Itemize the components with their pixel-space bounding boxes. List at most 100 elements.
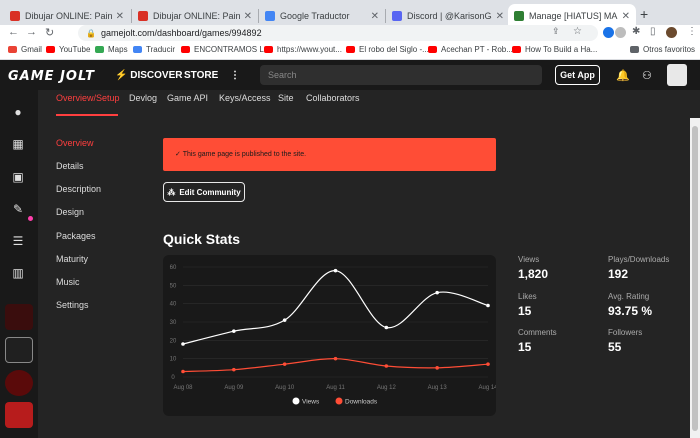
- tab-site[interactable]: Site: [278, 93, 294, 103]
- sidebar-item-settings[interactable]: Settings: [56, 300, 89, 310]
- data-point-views: [181, 342, 185, 346]
- sidebar-item-description[interactable]: Description: [56, 184, 101, 194]
- search-input[interactable]: Search: [260, 65, 542, 85]
- tab-title: Google Traductor: [280, 11, 350, 21]
- bookmark-item[interactable]: Gmail: [8, 45, 42, 54]
- bookmark-item[interactable]: How To Build a Ha...: [512, 45, 597, 54]
- bookmark-item[interactable]: Maps: [95, 45, 128, 54]
- youtube-icon: [346, 46, 355, 53]
- community-thumbnail[interactable]: [5, 402, 33, 428]
- more-menu-button[interactable]: ⋮: [230, 70, 240, 81]
- extension-icon[interactable]: [615, 27, 626, 38]
- tab-title: Dibujar ONLINE: Paint - Crea: [153, 11, 240, 21]
- data-point-views: [282, 318, 287, 322]
- notification-dot: [28, 216, 33, 221]
- legend-label-downloads: Downloads: [345, 399, 378, 406]
- x-tick-label: Aug 09: [224, 385, 244, 391]
- stat-label-likes: Likes: [518, 292, 537, 301]
- data-point-downloads: [282, 362, 287, 366]
- new-tab-button[interactable]: +: [640, 6, 648, 22]
- discover-link[interactable]: ⚡ DISCOVER: [115, 70, 182, 81]
- sidebar-toggle-icon[interactable]: ▯: [650, 26, 656, 37]
- chrome-menu-icon[interactable]: ⋮: [687, 26, 697, 37]
- stat-value-likes: 15: [518, 304, 532, 318]
- sidebar-item-maturity[interactable]: Maturity: [56, 254, 88, 264]
- x-tick-label: Aug 11: [326, 385, 345, 391]
- tab-overview-setup[interactable]: Overview/Setup: [56, 93, 120, 103]
- store-link[interactable]: STORE: [184, 70, 218, 81]
- address-bar[interactable]: 🔒 gamejolt.com/dashboard/games/994892: [78, 25, 598, 41]
- gamejolt-logo[interactable]: GAME JOLT: [8, 69, 95, 84]
- notifications-bell-icon[interactable]: 🔔: [616, 69, 630, 82]
- bookmark-item[interactable]: El robo del Siglo -...: [346, 45, 429, 54]
- share-icon[interactable]: ⇪: [552, 26, 560, 37]
- bookmark-item[interactable]: Acechan PT - Rob...: [428, 45, 513, 54]
- translate-icon: [133, 46, 142, 53]
- get-app-button[interactable]: Get App: [555, 65, 600, 85]
- bookmark-item[interactable]: https://www.yout...: [264, 45, 342, 54]
- x-tick-label: Aug 14: [478, 385, 496, 391]
- sidebar-item-packages[interactable]: Packages: [56, 231, 96, 241]
- extension-icon[interactable]: [603, 27, 614, 38]
- tab-title: Dibujar ONLINE: Paint - Crea: [25, 11, 112, 21]
- reload-icon[interactable]: ↻: [45, 26, 54, 39]
- close-icon[interactable]: ✕: [116, 11, 124, 22]
- scrollbar-thumb[interactable]: [692, 126, 698, 431]
- bookmark-item[interactable]: ENCONTRAMOS L...: [181, 45, 270, 54]
- x-tick-label: Aug 10: [275, 385, 295, 391]
- close-icon[interactable]: ✕: [622, 11, 630, 22]
- youtube-icon: [264, 46, 273, 53]
- close-icon[interactable]: ✕: [496, 11, 504, 22]
- data-point-downloads: [333, 356, 338, 361]
- bookmark-star-icon[interactable]: ☆: [573, 26, 582, 37]
- chat-icon[interactable]: ☰: [8, 232, 28, 250]
- data-point-views: [435, 290, 439, 295]
- sidebar-item-details[interactable]: Details: [56, 161, 84, 171]
- forward-icon[interactable]: →: [26, 26, 37, 38]
- tab-keys-access[interactable]: Keys/Access: [219, 93, 271, 103]
- friends-icon[interactable]: ⚇: [642, 69, 652, 82]
- x-tick-label: Aug 13: [428, 385, 448, 391]
- browser-tab-strip: Dibujar ONLINE: Paint - Crea ✕ Dibujar O…: [0, 0, 700, 28]
- sidebar-item-design[interactable]: Design: [56, 207, 84, 217]
- community-icon: ⁂: [167, 187, 176, 197]
- backpack-icon[interactable]: ▣: [8, 168, 28, 186]
- published-notice: ✓ This game page is published to the sit…: [163, 138, 496, 171]
- tab-title: Discord | @KarisonGames: [407, 11, 492, 21]
- quests-icon[interactable]: ✎: [8, 200, 28, 218]
- bookmark-item[interactable]: YouTube: [46, 45, 90, 54]
- tab-favicon-icon: [392, 11, 402, 21]
- community-thumbnail[interactable]: [5, 304, 33, 330]
- tab-devlog[interactable]: Devlog: [129, 93, 157, 103]
- community-thumbnail[interactable]: [5, 337, 33, 363]
- sidebar-item-overview[interactable]: Overview: [56, 138, 94, 148]
- bookmark-item[interactable]: Traducir: [133, 45, 175, 54]
- library-icon[interactable]: ▥: [8, 264, 28, 282]
- back-icon[interactable]: ←: [8, 26, 19, 38]
- x-tick-label: Aug 08: [173, 385, 193, 391]
- profile-avatar[interactable]: [666, 27, 677, 38]
- lock-icon: 🔒: [86, 28, 96, 38]
- profile-icon[interactable]: ●: [8, 103, 28, 121]
- maps-icon: [95, 46, 104, 53]
- quick-stats-title: Quick Stats: [163, 231, 241, 247]
- edit-community-button[interactable]: ⁂ Edit Community: [163, 182, 245, 202]
- stat-value-rating: 93.75 %: [608, 304, 653, 318]
- other-bookmarks[interactable]: Otros favoritos: [630, 45, 695, 54]
- tab-collaborators[interactable]: Collaborators: [306, 93, 360, 103]
- close-icon[interactable]: ✕: [371, 11, 379, 22]
- legend-marker-views: [292, 397, 300, 405]
- tab-game-api[interactable]: Game API: [167, 93, 208, 103]
- legend-label-views: Views: [302, 399, 320, 406]
- tab-favicon-icon: [138, 11, 148, 21]
- stats-chart: 0 10 20 30 40 50 60 Aug 08 Aug 09 Aug 10 Aug 11 Aug…: [163, 255, 498, 416]
- close-icon[interactable]: ✕: [244, 11, 252, 22]
- data-point-views: [384, 325, 389, 330]
- store-icon[interactable]: ▦: [8, 135, 28, 153]
- user-avatar[interactable]: [667, 64, 687, 86]
- extensions-puzzle-icon[interactable]: ✱: [632, 26, 640, 37]
- data-point-downloads: [384, 364, 389, 368]
- sidebar-item-music[interactable]: Music: [56, 277, 80, 287]
- community-thumbnail[interactable]: [5, 370, 33, 396]
- folder-icon: [630, 46, 639, 53]
